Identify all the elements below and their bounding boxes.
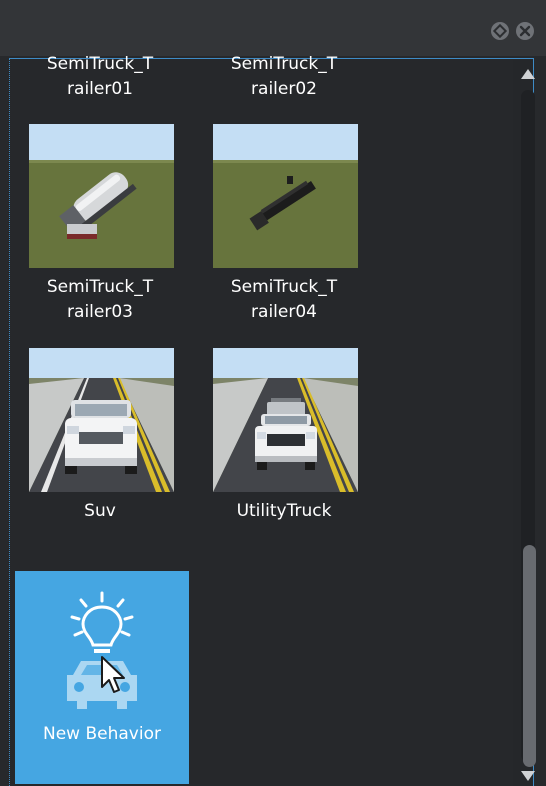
asset-label-semitruck-trailer03[interactable]: SemiTruck_T railer03 bbox=[25, 275, 175, 325]
asset-thumbnail-semitruck-trailer03[interactable] bbox=[29, 124, 174, 268]
asset-label-semitruck-trailer01[interactable]: SemiTruck_T railer01 bbox=[25, 52, 175, 102]
asset-label-semitruck-trailer02[interactable]: SemiTruck_T railer02 bbox=[209, 52, 359, 102]
new-behavior-label: New Behavior bbox=[43, 724, 161, 744]
asset-label-semitruck-trailer04[interactable]: SemiTruck_T railer04 bbox=[209, 275, 359, 325]
scrollbar-thumb[interactable] bbox=[523, 545, 536, 767]
asset-label-utilitytruck[interactable]: UtilityTruck bbox=[209, 499, 359, 524]
asset-thumbnail-utilitytruck[interactable] bbox=[213, 348, 358, 492]
asset-thumbnail-suv[interactable] bbox=[29, 348, 174, 492]
asset-thumbnail-semitruck-trailer04[interactable] bbox=[213, 124, 358, 268]
asset-label-suv[interactable]: Suv bbox=[25, 499, 175, 524]
restore-icon[interactable] bbox=[491, 22, 509, 40]
close-icon[interactable] bbox=[516, 22, 534, 40]
scroll-down-arrow-icon[interactable] bbox=[520, 770, 536, 782]
scroll-up-arrow-icon[interactable] bbox=[520, 68, 536, 80]
panel-title-bar bbox=[0, 0, 546, 56]
new-behavior-button[interactable]: New Behavior bbox=[15, 571, 189, 784]
lightbulb-car-icon bbox=[67, 591, 137, 709]
